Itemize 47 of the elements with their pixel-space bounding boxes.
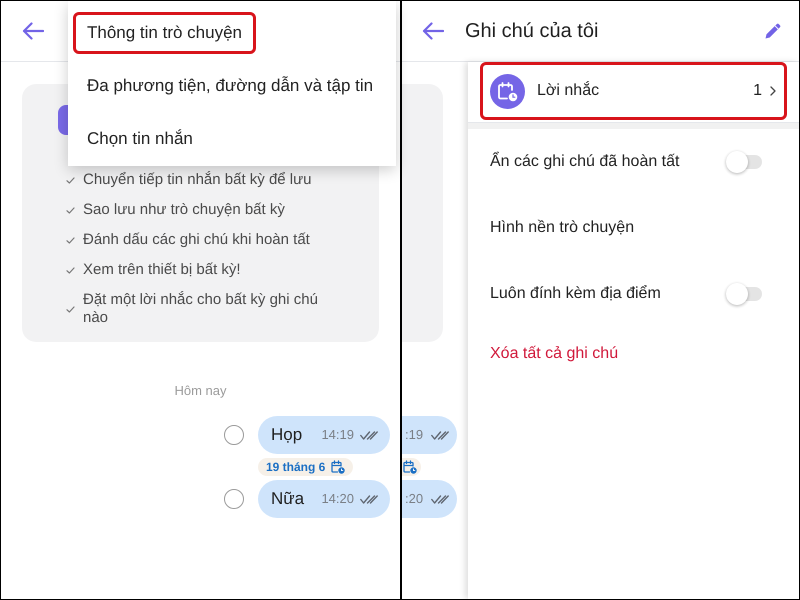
message-bubble[interactable]: Nữa 14:20 bbox=[258, 480, 390, 518]
toggle-switch[interactable] bbox=[726, 283, 762, 305]
reminder-tag[interactable]: 19 tháng 6 bbox=[258, 458, 354, 476]
calendar-clock-icon bbox=[403, 460, 417, 474]
check-icon bbox=[66, 266, 75, 274]
reminder-date: 19 tháng 6 bbox=[266, 460, 326, 474]
menu-item[interactable]: Đa phương tiện, đường dẫn và tập tin bbox=[73, 64, 388, 106]
toggle-switch[interactable] bbox=[726, 151, 762, 173]
delete-all-button[interactable]: Xóa tất cả ghi chú bbox=[490, 342, 618, 366]
reminder-row[interactable]: Lời nhắc 1 bbox=[480, 62, 787, 120]
double-check-icon bbox=[360, 430, 378, 440]
feature-text: Xem trên thiết bị bất kỳ! bbox=[83, 261, 242, 279]
date-divider: Hôm nay bbox=[174, 383, 227, 399]
check-icon bbox=[66, 176, 75, 184]
reminder-count: 1 bbox=[753, 81, 762, 101]
menu-item[interactable]: Thông tin trò chuyện bbox=[73, 12, 256, 54]
message-time: 14:19 bbox=[321, 426, 354, 444]
menu-item[interactable]: Chọn tin nhắn bbox=[73, 118, 207, 160]
message-bubble[interactable]: Họp 14:19 bbox=[258, 416, 390, 454]
chevron-right-icon bbox=[770, 86, 776, 96]
feature-text: Đặt một lời nhắc cho bất kỳ ghi chú nào bbox=[83, 291, 319, 327]
check-icon bbox=[66, 206, 75, 214]
message-time: 14:20 bbox=[321, 490, 354, 508]
message-time: :20 bbox=[405, 490, 424, 508]
double-check-icon bbox=[360, 494, 378, 504]
setting-label: Luôn đính kèm địa điểm bbox=[490, 284, 661, 304]
check-icon bbox=[66, 306, 75, 312]
feature-text: Chuyển tiếp tin nhắn bất kỳ để lưu bbox=[83, 171, 313, 189]
check-icon bbox=[66, 236, 75, 244]
double-check-icon bbox=[431, 494, 450, 504]
calendar-clock-icon bbox=[490, 74, 525, 108]
double-check-icon bbox=[431, 430, 450, 440]
setting-link[interactable]: Hình nền trò chuyện bbox=[490, 216, 634, 240]
reminder-label: Lời nhắc bbox=[537, 80, 600, 101]
back-arrow-icon[interactable] bbox=[22, 22, 44, 40]
calendar-clock-icon bbox=[331, 460, 346, 474]
back-arrow-icon[interactable] bbox=[422, 22, 444, 40]
screen-title: Ghi chú của tôi bbox=[465, 19, 598, 44]
feature-text: Sao lưu như trò chuyện bất kỳ bbox=[83, 201, 286, 219]
message-text: Họp bbox=[271, 424, 302, 446]
message-text: Nữa bbox=[271, 488, 304, 510]
tile-icon bbox=[58, 105, 68, 135]
pencil-icon[interactable] bbox=[764, 22, 782, 40]
feature-text: Đánh dấu các ghi chú khi hoàn tất bbox=[83, 231, 311, 249]
reminder-tag[interactable] bbox=[402, 458, 421, 476]
message-time: :19 bbox=[405, 426, 424, 444]
setting-label: Ẩn các ghi chú đã hoàn tất bbox=[490, 150, 680, 172]
